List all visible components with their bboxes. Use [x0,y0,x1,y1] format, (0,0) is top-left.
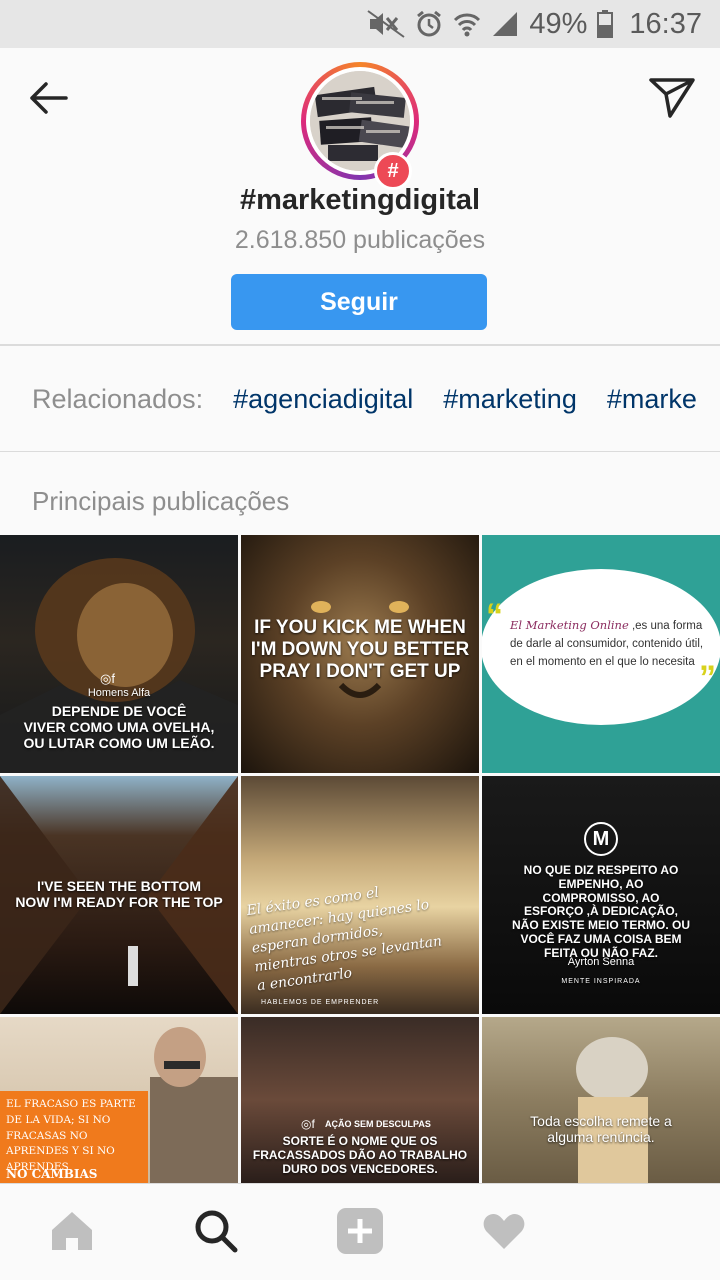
share-button[interactable] [644,72,700,124]
related-label: Relacionados: [32,384,204,414]
post-tile[interactable]: I'VE SEEN THE BOTTOM NOW I'M READY FOR T… [0,776,238,1014]
section-title: Principais publicações [32,486,290,516]
alarm-icon [417,10,442,37]
post-tile[interactable]: EL FRACASO ES PARTE DE LA VIDA; SI NO FR… [0,1017,238,1183]
bottom-navigation [0,1183,720,1280]
post-caption: NO QUE DIZ RESPEITO AO EMPENHO, AO COMPR… [512,863,691,960]
post-caption: I'VE SEEN THE BOTTOM NOW I'M READY FOR T… [15,878,223,911]
mute-icon [367,10,405,38]
post-caption: El Marketing Online ,es una forma de dar… [510,617,712,671]
post-caption: EL FRACASO ES PARTE DE LA VIDA; SI NO FR… [6,1098,136,1173]
add-icon [337,1208,383,1254]
post-tile[interactable]: “ ” El Marketing Online ,es una forma de… [482,535,720,773]
related-tag[interactable]: #marketing [443,384,577,415]
page-title: #marketingdigital [239,184,481,216]
post-brand: AÇÃO SEM DESCULPAS [325,1119,431,1129]
post-caption: Toda escolha remete a alguma renúncia. [530,1113,672,1146]
post-tile[interactable]: M NO QUE DIZ RESPEITO AO EMPENHO, AO COM… [482,776,720,1014]
instagram-facebook-icon: ◎f [301,1117,315,1131]
post-author: Ayrton Senna [567,956,635,968]
top-posts-grid: ◎f Homens Alfa DEPENDE DE VOCÊ VIVER COM… [0,535,720,1183]
battery-icon [597,10,614,38]
related-tag[interactable]: #agenciadigital [233,384,413,415]
post-caption: DEPENDE DE VOCÊ VIVER COMO UMA OVELHA, O… [23,703,215,752]
battery-percent: 49% [529,7,588,40]
clock: 16:37 [629,7,702,40]
nav-home-button[interactable] [47,1206,97,1256]
follow-button[interactable]: Seguir [231,274,487,330]
nav-search-button[interactable] [191,1206,241,1256]
post-footer: HABLEMOS DE EMPRENDER [261,999,380,1006]
post-caption-highlight: El Marketing Online [510,618,629,632]
instagram-facebook-icon: ◎f [100,671,115,686]
quote-open-icon: “ [486,597,503,635]
back-arrow-icon [30,82,68,114]
post-caption: IF YOU KICK ME WHEN I'M DOWN YOU BETTER … [250,617,470,682]
related-tag[interactable]: #marke [607,384,697,415]
post-caption: El éxito es como el amanecer: hay quiene… [245,884,443,994]
send-icon [649,78,695,118]
post-tile[interactable]: ◎f AÇÃO SEM DESCULPAS SORTE É O NOME QUE… [241,1017,479,1183]
related-tags-bar: Relacionados: #agenciadigital #marketing… [0,348,720,452]
post-caption-highlight: NO CAMBIAS [6,1167,98,1181]
search-icon [195,1210,238,1253]
hashtag-header: # #marketingdigital 2.618.850 publicaçõe… [0,48,720,346]
nav-activity-button[interactable] [479,1206,529,1256]
logo-m-icon: M [584,822,618,856]
home-icon [52,1212,92,1250]
post-tile[interactable]: ◎f Homens Alfa DEPENDE DE VOCÊ VIVER COM… [0,535,238,773]
wifi-icon [454,13,481,37]
post-caption: SORTE É O NOME QUE OS FRACASSADOS DÃO AO… [252,1134,468,1176]
back-button[interactable] [22,72,74,124]
heart-icon [483,1214,525,1249]
post-tile[interactable]: Toda escolha remete a alguma renúncia. [482,1017,720,1183]
status-bar: 49% 16:37 [0,0,720,48]
signal-icon [493,12,518,36]
post-count: 2.618.850 publicações [234,226,486,254]
nav-add-button[interactable] [335,1206,385,1256]
post-brand: Homens Alfa [87,687,151,699]
post-tile[interactable]: El éxito es como el amanecer: hay quiene… [241,776,479,1014]
post-tile[interactable]: IF YOU KICK ME WHEN I'M DOWN YOU BETTER … [241,535,479,773]
post-footer: MENTE INSPIRADA [561,978,641,985]
